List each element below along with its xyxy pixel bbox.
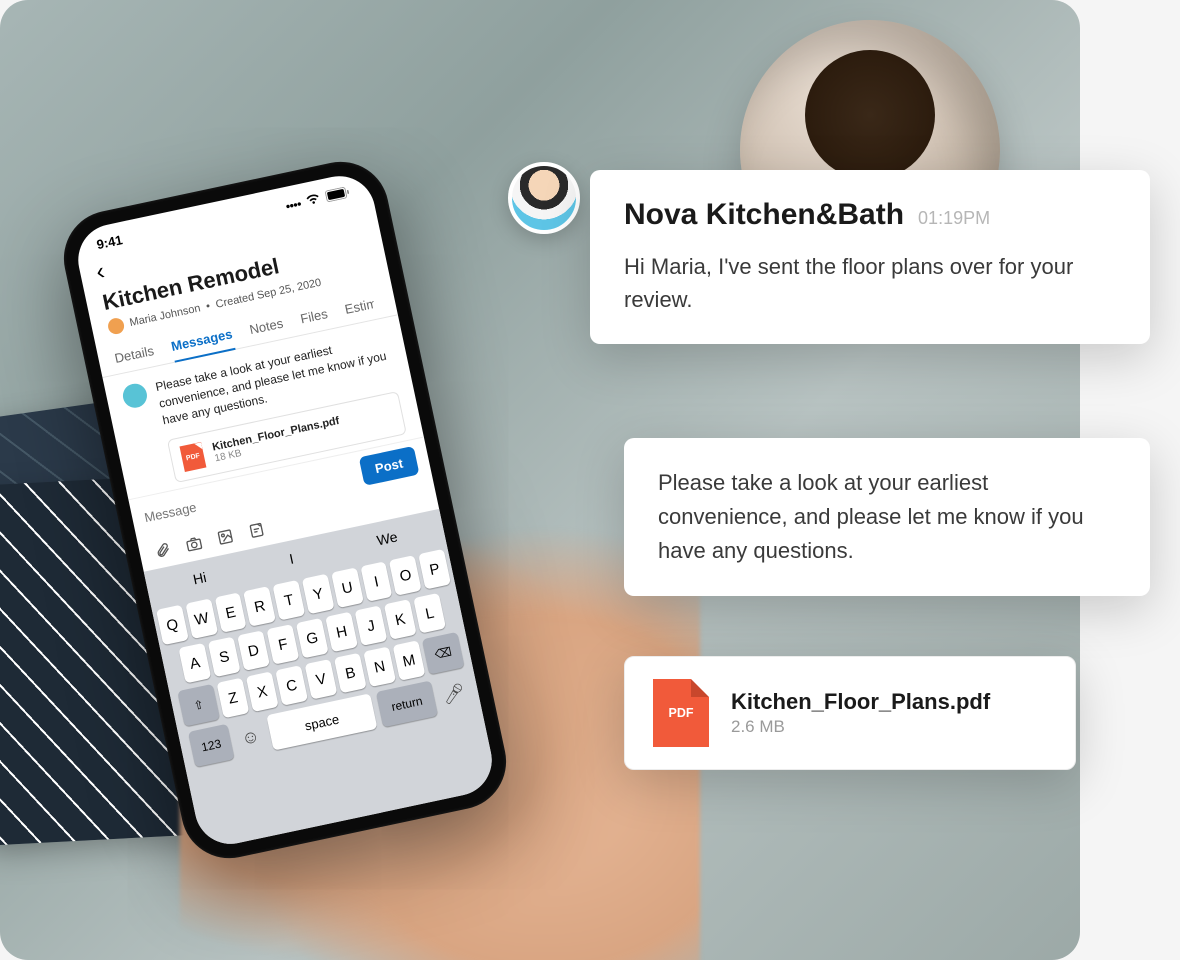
key[interactable]: O	[389, 555, 422, 596]
message-time: 01:19PM	[918, 208, 990, 229]
chat-bubble-header: Nova Kitchen&Bath 01:19PM Hi Maria, I've…	[590, 170, 1150, 344]
key[interactable]: Z	[217, 678, 250, 719]
pdf-icon: PDF	[180, 442, 207, 472]
battery-icon	[324, 185, 350, 202]
keyboard: Hi I We Q W E R T Y U I O P A	[144, 509, 499, 850]
mic-icon[interactable]: 🎤︎	[438, 681, 470, 707]
signal-icon	[284, 194, 302, 212]
numeric-key[interactable]: 123	[188, 724, 235, 768]
sender-avatar	[508, 162, 580, 234]
key[interactable]: K	[384, 599, 417, 640]
shift-key[interactable]: ⇧	[177, 684, 220, 727]
key[interactable]: F	[267, 624, 300, 665]
key[interactable]: Q	[156, 605, 189, 646]
key[interactable]: C	[275, 666, 308, 707]
key[interactable]: P	[418, 549, 451, 590]
key[interactable]: J	[355, 606, 388, 647]
tab-estimates[interactable]: Estimates	[342, 288, 378, 325]
key[interactable]: V	[305, 659, 338, 700]
owner-avatar	[107, 317, 126, 336]
chat-message-text: Please take a look at your earliest conv…	[658, 466, 1116, 568]
chat-bubble: Please take a look at your earliest conv…	[624, 438, 1150, 596]
emoji-key[interactable]: ☺	[235, 724, 267, 750]
attach-icon[interactable]	[152, 540, 173, 561]
key[interactable]: B	[334, 653, 367, 694]
key[interactable]: U	[331, 568, 364, 609]
suggestion[interactable]: Hi	[192, 569, 208, 587]
suggestion[interactable]: I	[288, 551, 295, 567]
key[interactable]: I	[360, 562, 393, 603]
key[interactable]: D	[237, 631, 270, 672]
key[interactable]: L	[413, 593, 446, 634]
note-icon[interactable]	[246, 520, 267, 541]
post-button[interactable]: Post	[359, 446, 420, 486]
pdf-icon: PDF	[653, 679, 709, 747]
file-attachment-card[interactable]: PDF Kitchen_Floor_Plans.pdf 2.6 MB	[624, 656, 1076, 770]
file-size: 2.6 MB	[731, 717, 990, 737]
key[interactable]: X	[246, 672, 279, 713]
key[interactable]: G	[296, 618, 329, 659]
meta-separator: •	[205, 300, 211, 313]
key[interactable]: E	[214, 593, 247, 634]
sender-avatar	[121, 381, 149, 409]
key[interactable]: N	[363, 647, 396, 688]
file-name: Kitchen_Floor_Plans.pdf	[731, 689, 990, 715]
suggestion[interactable]: We	[375, 529, 399, 549]
image-icon[interactable]	[215, 527, 236, 548]
wifi-icon	[304, 191, 322, 206]
key[interactable]: R	[244, 586, 277, 627]
key[interactable]: T	[273, 580, 306, 621]
chat-message-text: Hi Maria, I've sent the floor plans over…	[624, 250, 1116, 316]
sender-name: Nova Kitchen&Bath	[624, 198, 904, 232]
camera-icon[interactable]	[183, 533, 204, 554]
status-time: 9:41	[95, 232, 124, 252]
return-key[interactable]: return	[376, 681, 438, 728]
key[interactable]: H	[325, 612, 358, 653]
backspace-key[interactable]: ⌫	[422, 632, 465, 675]
key[interactable]: M	[393, 641, 426, 682]
back-button[interactable]: ‹	[94, 258, 107, 286]
tab-files[interactable]: Files	[297, 298, 330, 334]
key[interactable]: W	[185, 599, 218, 640]
key[interactable]: Y	[302, 574, 335, 615]
key[interactable]: S	[208, 637, 241, 678]
key[interactable]: A	[178, 643, 211, 684]
